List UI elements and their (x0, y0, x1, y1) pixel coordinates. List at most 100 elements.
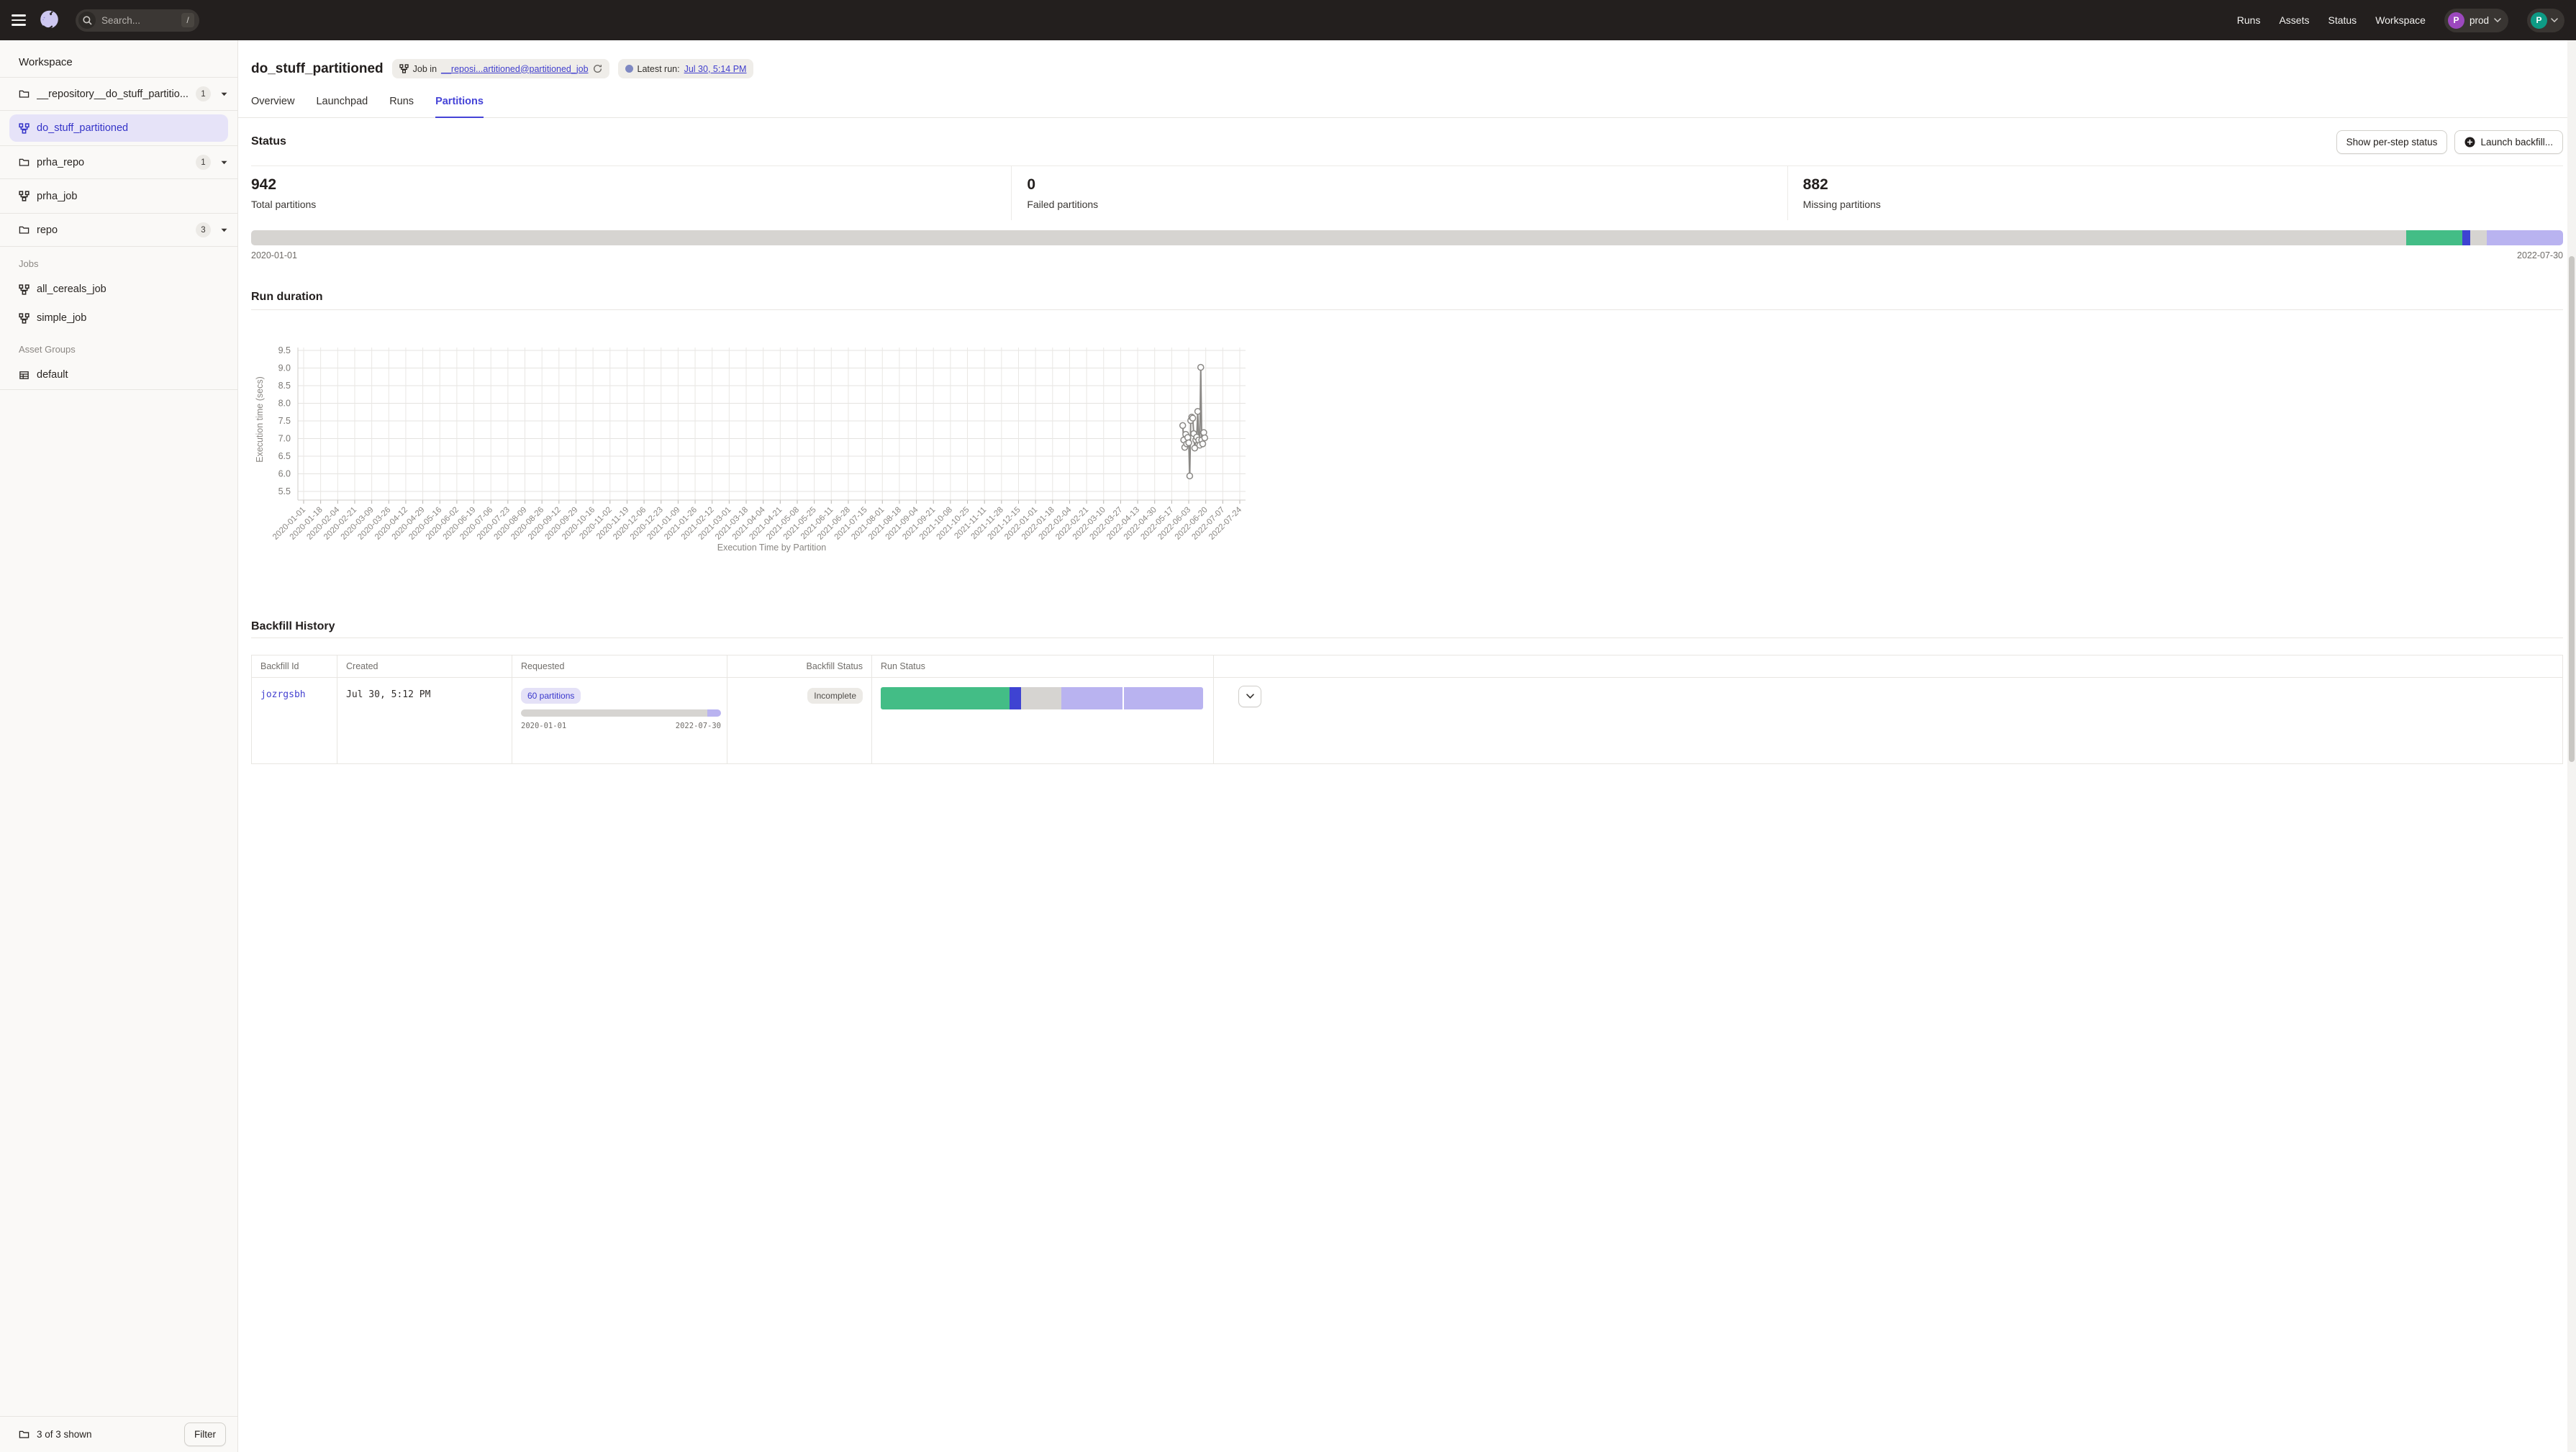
item-count-badge: 1 (196, 86, 211, 101)
folder-icon (19, 1429, 30, 1440)
backfill-history-heading: Backfill History (251, 620, 2563, 638)
search-input[interactable]: Search... / (76, 9, 199, 32)
sidebar-item-do-stuff-partitioned[interactable]: do_stuff_partitioned (9, 114, 228, 142)
sidebar-item-default[interactable]: default (0, 360, 237, 389)
tab-launchpad[interactable]: Launchpad (316, 96, 368, 117)
workspace-sidebar: Workspace __repository__do_stuff_partiti… (0, 40, 238, 1452)
svg-text:7.0: 7.0 (278, 433, 291, 443)
segment-lavender (2487, 230, 2563, 245)
chevron-down-icon (2551, 18, 2558, 22)
page-title: do_stuff_partitioned (251, 61, 384, 77)
user-avatar: P (2531, 12, 2547, 29)
sidebar-section-jobs: Jobs (0, 247, 237, 275)
deployment-avatar: P (2448, 12, 2464, 29)
stat-failed-partitions: 0Failed partitions (1011, 166, 1787, 220)
data-point[interactable] (1187, 473, 1192, 478)
sidebar-item-prha-repo[interactable]: prha_repo1 (0, 145, 237, 179)
data-point[interactable] (1200, 440, 1206, 446)
sidebar-item-repo[interactable]: repo3 (0, 213, 237, 247)
column-header-actions (1213, 655, 1274, 677)
tab-overview[interactable]: Overview (251, 96, 294, 117)
backfill-history-table: Backfill IdCreatedRequestedBackfill Stat… (251, 655, 2563, 764)
requested-partitions-tag[interactable]: 60 partitions (521, 688, 581, 704)
scrollbar-track[interactable] (2567, 40, 2576, 1452)
cell-backfill-id: jozrgsbh (252, 678, 337, 763)
sidebar-item-label: all_cereals_job (37, 283, 227, 295)
sidebar-item-label: prha_repo (37, 157, 189, 168)
data-point[interactable] (1190, 415, 1196, 421)
main-content: do_stuff_partitioned Job in __reposi...a… (238, 40, 2576, 1452)
asset-group-icon (19, 370, 30, 381)
chevron-down-icon (1246, 694, 1254, 699)
nav-item-runs[interactable]: Runs (2237, 14, 2261, 26)
sidebar-item-all-cereals-job[interactable]: all_cereals_job (0, 275, 237, 304)
sidebar-item--repository-do-stuff-partitio-[interactable]: __repository__do_stuff_partitio...1 (0, 77, 237, 111)
job-icon (399, 64, 409, 73)
dagster-logo-icon[interactable] (37, 9, 61, 32)
segment-green (881, 687, 1010, 709)
nav-item-assets[interactable]: Assets (2279, 14, 2309, 26)
refresh-icon[interactable] (593, 64, 602, 73)
scrollbar-thumb[interactable] (2569, 256, 2575, 762)
data-point[interactable] (1198, 364, 1204, 370)
latest-run-link[interactable]: Jul 30, 5:14 PM (684, 64, 747, 74)
column-header-created: Created (337, 655, 512, 677)
sidebar-item-simple-job[interactable]: simple_job (0, 304, 237, 332)
job-origin-link[interactable]: __reposi...artitioned@partitioned_job (441, 64, 589, 74)
sidebar-item-label: prha_job (37, 191, 227, 202)
tab-partitions[interactable]: Partitions (435, 96, 484, 118)
show-per-step-status-button[interactable]: Show per-step status (2336, 130, 2448, 154)
caret-down-icon[interactable] (221, 160, 227, 165)
table-row: jozrgsbhJul 30, 5:12 PM60 partitions2020… (252, 677, 2562, 763)
data-point[interactable] (1201, 430, 1207, 435)
tab-runs[interactable]: Runs (389, 96, 414, 117)
user-menu[interactable]: P (2527, 9, 2564, 32)
created-timestamp: Jul 30, 5:12 PM (346, 678, 430, 700)
top-navbar: Search... / Runs Assets Status Workspace P … (0, 0, 2576, 40)
nav-item-workspace[interactable]: Workspace (2375, 14, 2426, 26)
launch-backfill-button[interactable]: Launch backfill... (2454, 130, 2563, 154)
latest-run-prefix: Latest run: (638, 64, 680, 74)
svg-text:8.0: 8.0 (278, 398, 291, 408)
segment-gray (251, 230, 2406, 245)
sidebar-item-label: simple_job (37, 312, 227, 324)
caret-down-icon[interactable] (221, 92, 227, 96)
chevron-down-icon (2494, 18, 2501, 22)
caret-down-icon[interactable] (221, 228, 227, 232)
data-point[interactable] (1185, 435, 1191, 440)
column-header-backfill-id: Backfill Id (252, 655, 337, 677)
data-point[interactable] (1186, 440, 1192, 445)
run-status-dot-icon (625, 65, 633, 73)
stat-label: Failed partitions (1027, 199, 1787, 210)
data-point[interactable] (1202, 435, 1207, 440)
segment-green (2406, 230, 2463, 245)
stat-total-partitions: 942Total partitions (251, 166, 1011, 220)
sidebar-item-label: default (37, 369, 227, 381)
sidebar-item-label: do_stuff_partitioned (37, 122, 219, 134)
sidebar-item-prha-job[interactable]: prha_job (0, 179, 237, 213)
column-header-run-status: Run Status (871, 655, 1213, 677)
data-point[interactable] (1180, 422, 1186, 428)
data-point[interactable] (1195, 408, 1201, 414)
job-icon (19, 191, 30, 201)
hamburger-menu-icon[interactable] (12, 14, 26, 26)
nav-item-status[interactable]: Status (2328, 14, 2357, 26)
expand-row-button[interactable] (1238, 686, 1261, 707)
segment-gray (1021, 687, 1061, 709)
job-origin-tag: Job in __reposi...artitioned@partitioned… (392, 59, 609, 78)
backfill-id-link[interactable]: jozrgsbh (260, 678, 306, 700)
sidebar-item-label: repo (37, 224, 189, 236)
partition-range-end: 2022-07-30 (2517, 250, 2563, 260)
segment-lavender (1124, 687, 1203, 709)
sidebar-footer: 3 of 3 shown Filter (0, 1416, 237, 1452)
requested-progress-bar (521, 709, 721, 717)
folder-icon (19, 224, 30, 235)
partition-status-bar[interactable] (251, 230, 2563, 245)
sidebar-section-asset-groups: Asset Groups (0, 332, 237, 360)
column-header-requested: Requested (512, 655, 727, 677)
folder-icon (19, 89, 30, 99)
run-status-bar[interactable] (881, 687, 1203, 709)
deployment-switcher[interactable]: P prod (2444, 9, 2508, 32)
filter-button[interactable]: Filter (184, 1422, 226, 1446)
range-end: 2022-07-30 (676, 722, 721, 730)
